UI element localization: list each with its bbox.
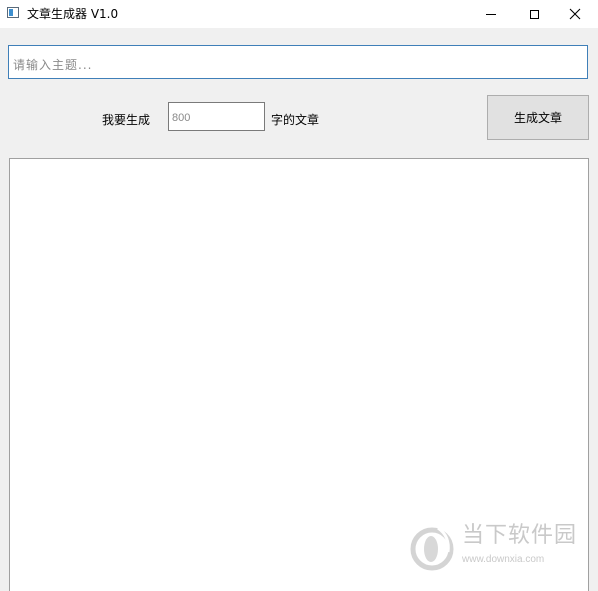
generate-article-button[interactable]: 生成文章 — [487, 95, 589, 140]
title-bar[interactable]: 文章生成器 V1.0 — [0, 0, 598, 28]
article-output-area[interactable] — [9, 158, 589, 591]
word-count-input[interactable] — [168, 102, 265, 131]
minimize-button[interactable] — [468, 0, 514, 28]
close-button[interactable] — [552, 0, 598, 28]
maximize-button[interactable] — [511, 0, 557, 28]
maximize-icon — [529, 9, 539, 19]
topic-input[interactable] — [8, 45, 588, 79]
length-suffix-label: 字的文章 — [271, 113, 320, 127]
app-window-icon — [7, 7, 19, 18]
window-title: 文章生成器 V1.0 — [27, 7, 119, 21]
minimize-icon — [486, 13, 496, 15]
close-icon — [569, 8, 581, 20]
length-prefix-label: 我要生成 — [102, 113, 151, 127]
